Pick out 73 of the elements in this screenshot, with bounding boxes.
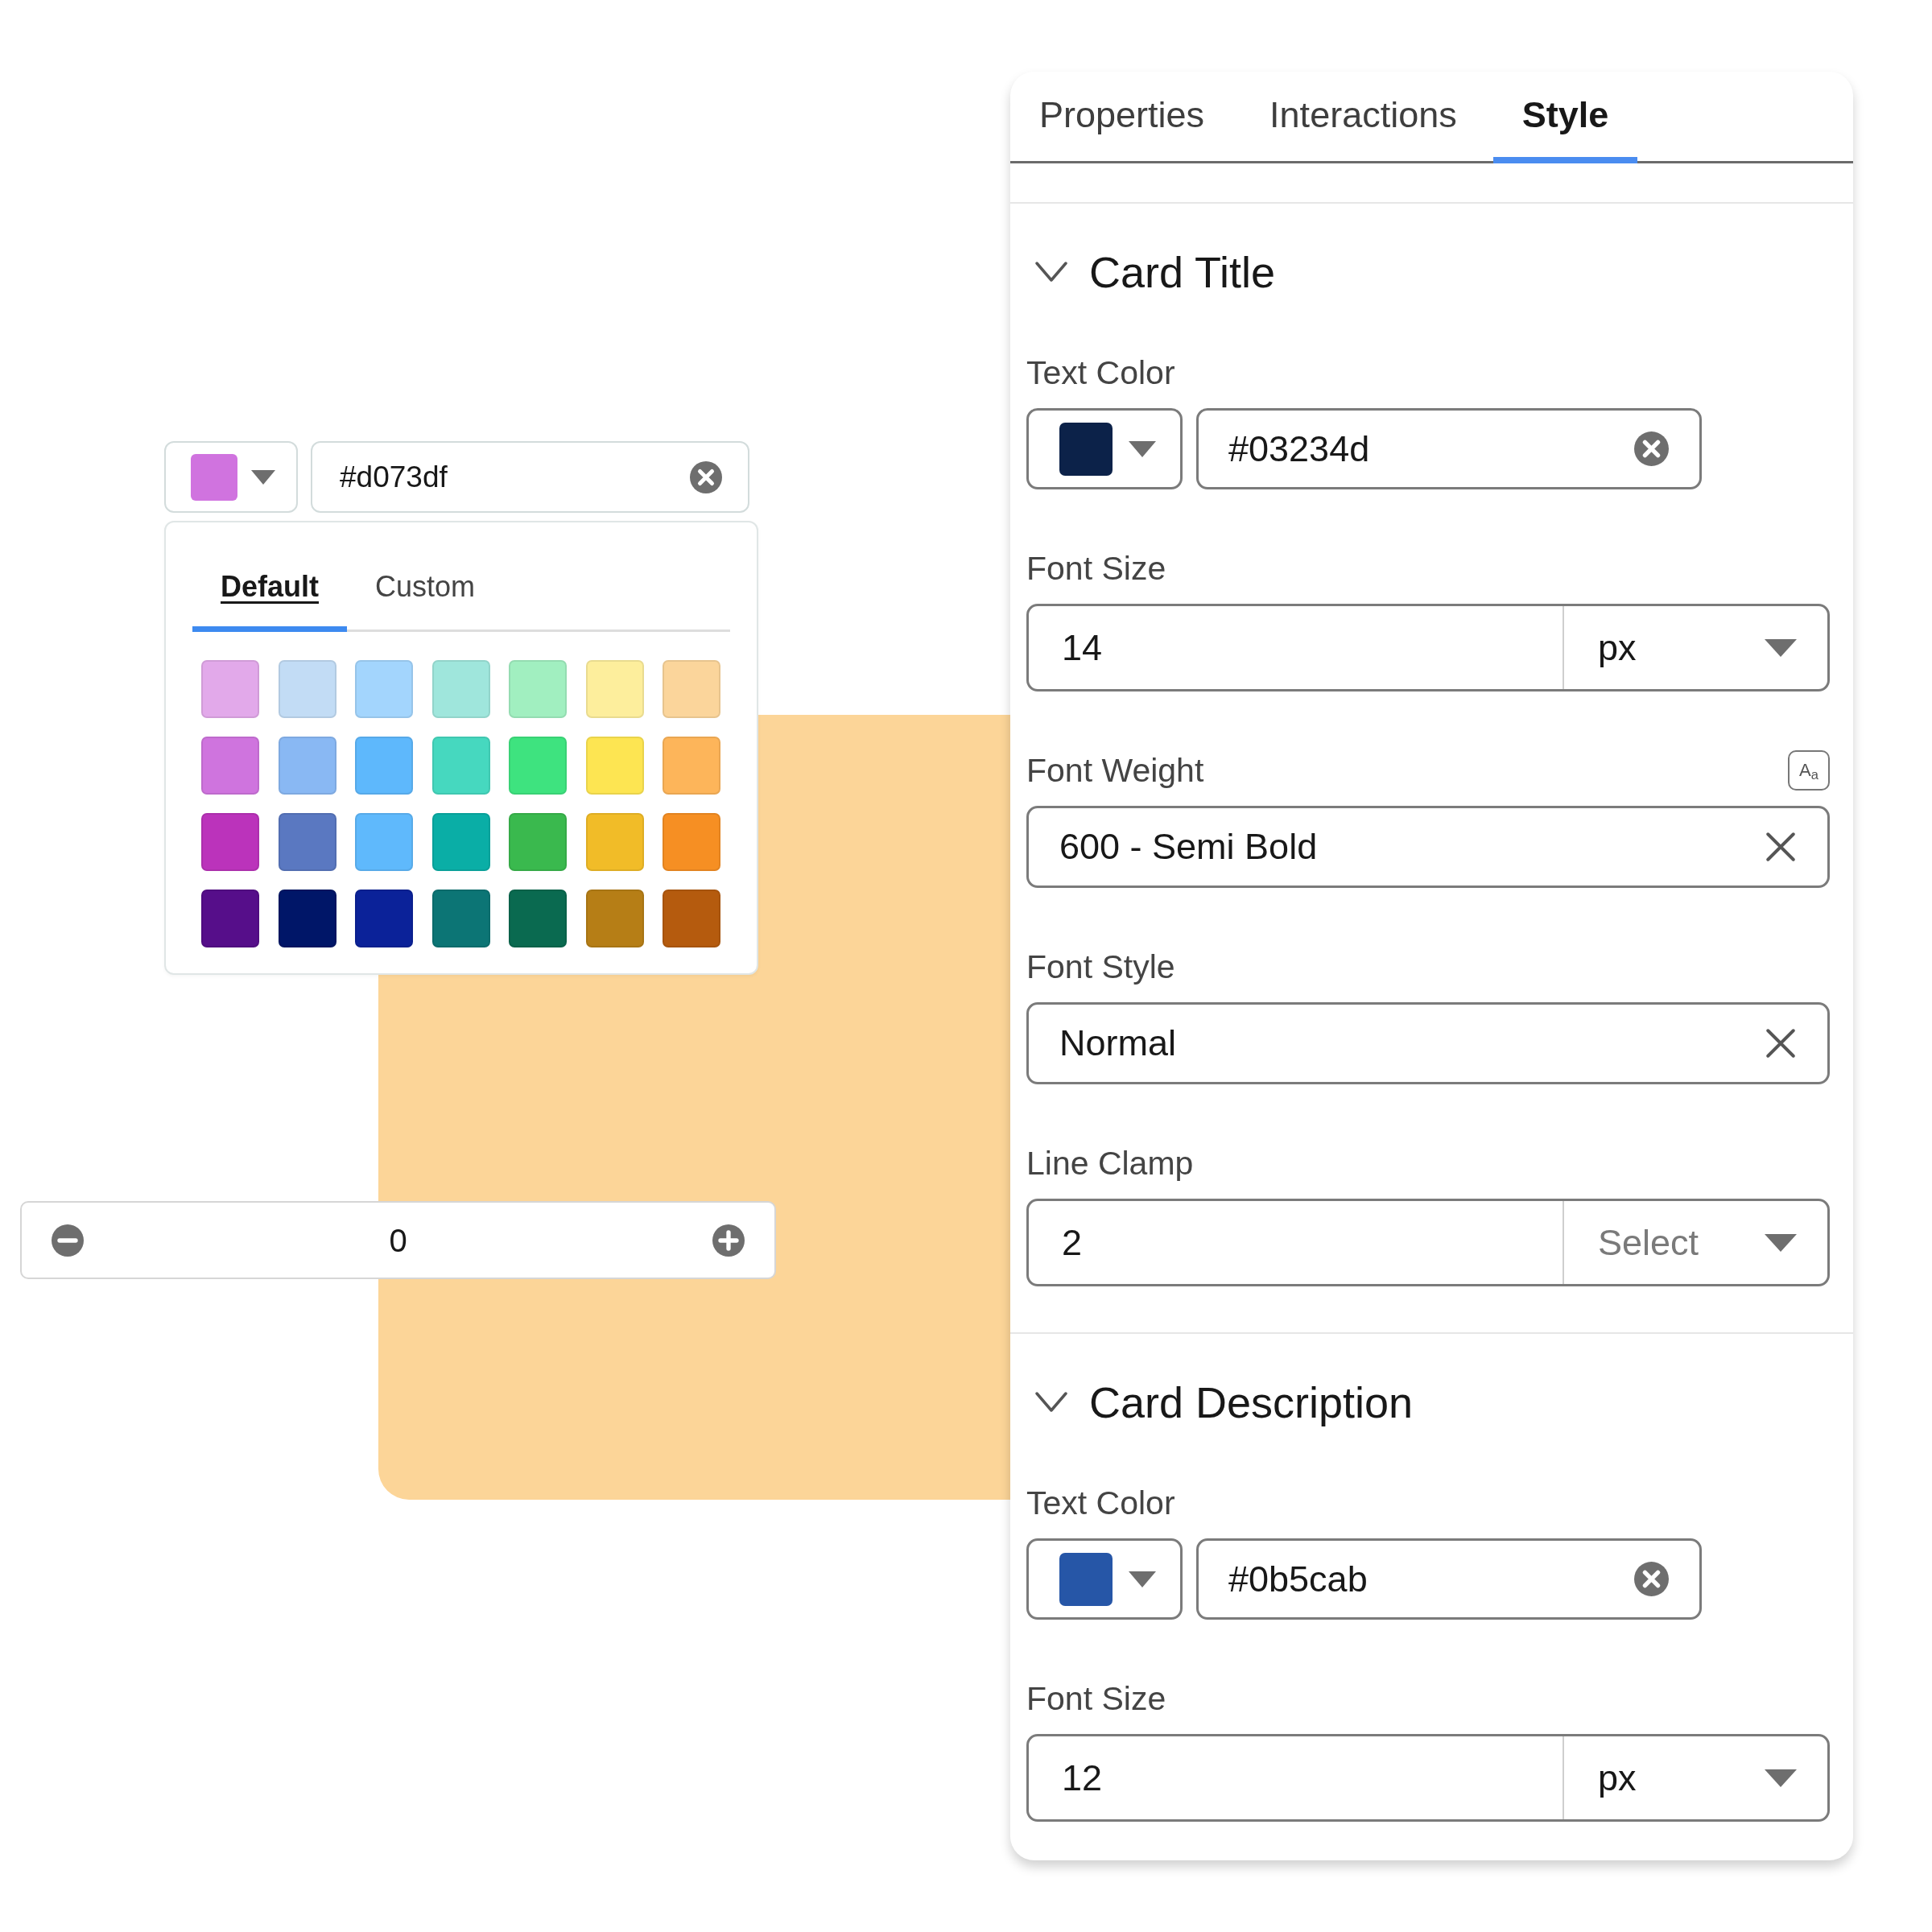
clear-icon[interactable] (1634, 431, 1669, 466)
panel-tab[interactable]: Style (1492, 72, 1638, 163)
color-swatch-icon[interactable] (431, 890, 490, 947)
color-swatch-icon[interactable] (509, 737, 568, 795)
clear-icon[interactable] (1634, 1562, 1669, 1596)
color-dropdown[interactable] (1026, 408, 1183, 489)
number-input[interactable]: 2 (1029, 1201, 1563, 1284)
section-toggle[interactable]: Card Description (1026, 1376, 1414, 1429)
color-swatch-icon[interactable] (509, 813, 568, 871)
select-field[interactable]: 600 - Semi Bold (1026, 806, 1830, 888)
color-swatch-icon[interactable] (355, 660, 414, 718)
close-icon[interactable] (1766, 1029, 1795, 1058)
unit-select[interactable]: px (1563, 606, 1827, 689)
color-swatch-icon[interactable] (663, 890, 721, 947)
hex-input[interactable]: #0b5cab (1196, 1538, 1702, 1620)
color-dropdown[interactable] (1026, 1538, 1183, 1620)
caret-down-icon (251, 469, 275, 485)
popover-tab[interactable]: Default (192, 547, 347, 632)
minus-icon[interactable] (52, 1224, 84, 1257)
color-swatch-icon[interactable] (663, 660, 721, 718)
number-stepper[interactable]: 0 (20, 1201, 776, 1279)
color-swatch-icon[interactable] (509, 890, 568, 947)
caret-down-icon (1129, 440, 1156, 457)
color-swatch-icon[interactable] (585, 737, 644, 795)
close-icon[interactable] (1766, 832, 1795, 861)
color-swatch-icon[interactable] (355, 813, 414, 871)
color-swatch-icon[interactable] (663, 813, 721, 871)
panel-tab[interactable]: Properties (1010, 72, 1234, 163)
color-swatch-icon[interactable] (201, 660, 259, 718)
color-swatch-icon[interactable] (355, 737, 414, 795)
color-swatch-icon[interactable] (355, 890, 414, 947)
popover-tab[interactable]: Custom (347, 547, 504, 632)
stepper-value: 0 (389, 1221, 407, 1260)
plus-icon[interactable] (712, 1224, 745, 1257)
select-field[interactable]: Normal (1026, 1002, 1830, 1084)
field-label: Font Weight (1026, 751, 1204, 791)
caret-down-icon (1765, 1233, 1797, 1252)
chevron-down-icon (1035, 262, 1067, 283)
clear-icon[interactable] (690, 460, 722, 493)
field-label: Font Size (1026, 1679, 1166, 1719)
color-swatch-icon[interactable] (278, 737, 336, 795)
color-swatch-icon[interactable] (201, 813, 259, 871)
field-label: Font Style (1026, 947, 1175, 987)
color-swatch-icon[interactable] (585, 813, 644, 871)
number-input[interactable]: 12 (1029, 1736, 1563, 1819)
caret-down-icon (1129, 1571, 1156, 1587)
color-swatch-icon[interactable] (663, 737, 721, 795)
caret-down-icon (1765, 638, 1797, 657)
caret-down-icon (1765, 1769, 1797, 1787)
text-style-toggle[interactable]: A$_{a}$ (1788, 750, 1830, 791)
color-swatch-icon[interactable] (201, 890, 259, 947)
color-swatch-icon[interactable] (585, 890, 644, 947)
panel-tab[interactable]: Interactions (1241, 72, 1486, 163)
color-swatch-icon[interactable] (201, 737, 259, 795)
color-swatch-icon[interactable] (278, 660, 336, 718)
unit-select[interactable]: Select (1563, 1201, 1827, 1284)
chevron-down-icon (1035, 1392, 1067, 1413)
color-swatch-icon[interactable] (431, 813, 490, 871)
hex-input[interactable]: #d073df (311, 441, 749, 513)
field-label: Text Color (1026, 353, 1175, 393)
color-swatch-icon[interactable] (431, 737, 490, 795)
hex-input[interactable]: #03234d (1196, 408, 1702, 489)
unit-select[interactable]: px (1563, 1736, 1827, 1819)
color-swatch-icon[interactable] (431, 660, 490, 718)
section-toggle[interactable]: Card Title (1026, 246, 1276, 299)
color-swatch-icon[interactable] (278, 890, 336, 947)
color-swatch-icon[interactable] (278, 813, 336, 871)
color-swatch-icon[interactable] (509, 660, 568, 718)
field-label: Line Clamp (1026, 1144, 1194, 1183)
field-label: Text Color (1026, 1484, 1175, 1523)
number-input[interactable]: 14 (1029, 606, 1563, 689)
field-label: Font Size (1026, 549, 1166, 588)
color-swatch-icon[interactable] (585, 660, 644, 718)
